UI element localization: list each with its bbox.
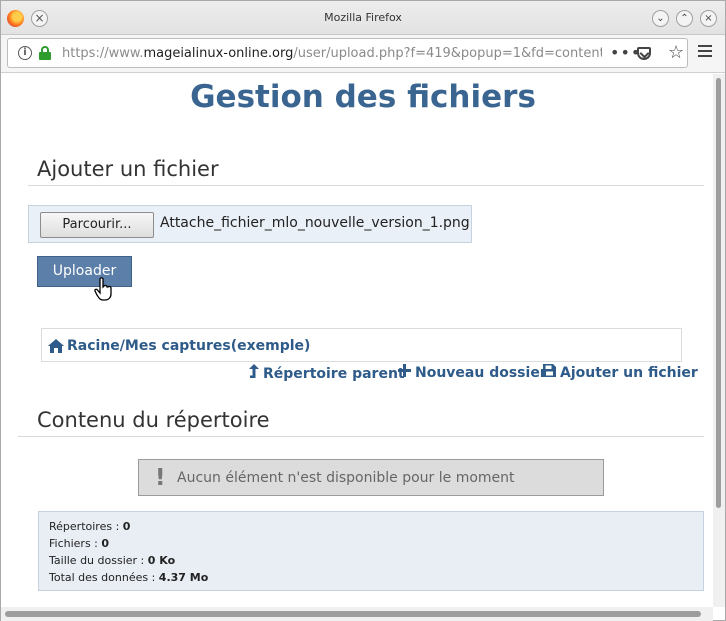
selected-file-name: Attache_fichier_mlo_nouvelle_version_1.p…	[160, 215, 470, 231]
new-folder-label: Nouveau dossier	[415, 365, 547, 381]
exclamation-icon: !	[155, 465, 166, 491]
stat-label: Taille du dossier :	[49, 554, 148, 567]
stat-value: 0	[122, 520, 131, 533]
file-input-row: Parcourir... Attache_fichier_mlo_nouvell…	[28, 205, 472, 243]
add-file-section-title: Ajouter un fichier	[37, 157, 219, 181]
content-section-title: Contenu du répertoire	[37, 408, 270, 432]
stat-label: Répertoires :	[49, 520, 123, 533]
url-bar[interactable]: i https://www.mageialinux-online.org/use…	[7, 38, 688, 68]
vertical-scrollbar[interactable]	[713, 74, 725, 607]
navigation-bar: i https://www.mageialinux-online.org/use…	[1, 35, 725, 73]
stat-folder-size: Taille du dossier : 0 Ko	[49, 554, 175, 567]
add-file-link[interactable]: Ajouter un fichier	[543, 364, 698, 381]
section-divider	[28, 185, 704, 186]
minimize-button[interactable]: ⌄	[652, 10, 669, 27]
info-icon[interactable]: i	[18, 46, 32, 60]
lock-icon[interactable]	[39, 46, 51, 60]
save-icon	[543, 364, 556, 377]
browse-button[interactable]: Parcourir...	[40, 212, 154, 238]
vertical-scroll-thumb[interactable]	[716, 78, 721, 508]
title-bar: × Mozilla Firefox ⌄ ⌃ ×	[1, 1, 725, 35]
page-content: Gestion des fichiers Ajouter un fichier …	[1, 74, 713, 607]
stat-files: Fichiers : 0	[49, 537, 109, 550]
upload-button[interactable]: Uploader	[37, 256, 132, 287]
page-title: Gestion des fichiers	[190, 79, 536, 115]
add-file-label: Ajouter un fichier	[560, 365, 698, 381]
url-path: /user/upload.php?f=419&popup=1&fd=conten…	[293, 46, 602, 61]
empty-message: Aucun élément n'est disponible pour le m…	[177, 470, 515, 486]
parent-directory-link[interactable]: Répertoire parent	[249, 364, 405, 382]
stat-value: 0 Ko	[147, 554, 176, 567]
stat-total-data: Total des données : 4.37 Mo	[49, 571, 208, 584]
plus-icon	[398, 364, 411, 377]
stat-label: Fichiers :	[49, 537, 102, 550]
hamburger-menu-icon[interactable]	[698, 45, 712, 57]
horizontal-scroll-thumb[interactable]	[5, 611, 701, 617]
breadcrumb-link[interactable]: Racine/Mes captures(exemple)	[67, 338, 310, 354]
horizontal-scrollbar[interactable]	[1, 607, 713, 621]
url-scheme: https://www.	[62, 46, 144, 61]
empty-notice: ! Aucun élément n'est disponible pour le…	[138, 459, 604, 496]
close-button[interactable]: ×	[700, 10, 717, 27]
bookmark-star-icon[interactable]: ☆	[668, 42, 684, 63]
section-divider	[18, 436, 704, 437]
maximize-button[interactable]: ⌃	[676, 10, 693, 27]
url-host: mageialinux-online.org	[143, 46, 294, 61]
folder-stats: Répertoires : 0 Fichiers : 0 Taille du d…	[38, 511, 704, 591]
hand-cursor-icon	[94, 277, 112, 301]
stat-label: Total des données :	[49, 571, 159, 584]
stat-value: 0	[101, 537, 110, 550]
new-folder-link[interactable]: Nouveau dossier	[398, 364, 547, 381]
level-up-icon	[249, 364, 259, 378]
home-icon[interactable]	[48, 339, 64, 353]
stat-value: 4.37 Mo	[158, 571, 209, 584]
pocket-icon[interactable]	[637, 47, 651, 60]
breadcrumb: Racine/Mes captures(exemple)	[41, 328, 682, 362]
url-text[interactable]: https://www.mageialinux-online.org/user/…	[62, 46, 602, 61]
stat-directories: Répertoires : 0	[49, 520, 130, 533]
parent-directory-label: Répertoire parent	[263, 366, 405, 382]
browser-window: × Mozilla Firefox ⌄ ⌃ × i https://www.ma…	[0, 0, 726, 621]
window-title: Mozilla Firefox	[324, 11, 402, 24]
